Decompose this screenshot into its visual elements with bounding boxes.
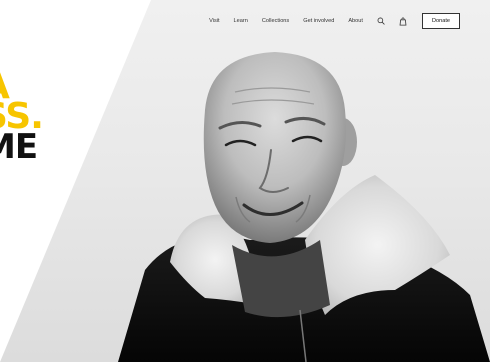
top-navigation: Visit Learn Collections Get involved Abo… <box>200 13 460 29</box>
hero-heading: A SS. ME <box>0 69 92 167</box>
nav-get-involved[interactable]: Get involved <box>296 18 341 24</box>
page: A SS. ME Visit Learn Collections Get inv… <box>0 0 490 362</box>
nav-about[interactable]: About <box>341 18 370 24</box>
portrait-photo <box>118 52 490 362</box>
nav-learn[interactable]: Learn <box>227 18 255 24</box>
donate-button[interactable]: Donate <box>421 13 460 29</box>
search-icon[interactable] <box>376 16 386 26</box>
nav-collections[interactable]: Collections <box>255 18 296 24</box>
nav-visit[interactable]: Visit <box>202 18 226 24</box>
hero-line-3: ME <box>0 127 38 167</box>
bag-icon[interactable] <box>398 16 408 26</box>
